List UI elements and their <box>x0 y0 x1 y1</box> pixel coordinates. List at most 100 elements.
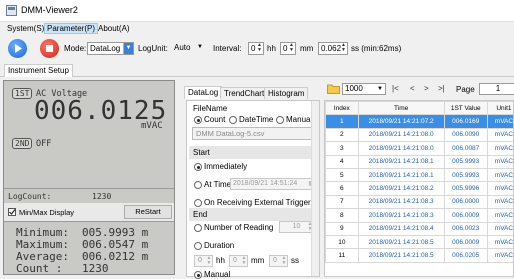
per-page-select[interactable]: 1000 ▼ <box>342 83 386 95</box>
table-row[interactable]: 22018/09/21 14:21:08.0006.0090mVAC <box>326 128 514 141</box>
tab-trendchart[interactable]: TrendChart <box>220 87 268 99</box>
filename-input[interactable]: DMM DataLog-5.csv <box>192 127 316 140</box>
cell-value: 006.0087 <box>444 142 487 155</box>
chevron-down-icon: ▼ <box>123 43 133 54</box>
minmax-checkbox[interactable] <box>8 208 16 216</box>
end-duration-hh-input[interactable]: 0 ▲▼ <box>194 255 213 267</box>
interval-hh-input[interactable]: 0 ▲▼ <box>248 42 264 55</box>
cell-unit: mVAC <box>487 209 514 222</box>
col-index-header[interactable]: Index <box>326 102 359 115</box>
last-page-icon[interactable]: >| <box>438 84 445 93</box>
chevron-down-icon: ▼ <box>197 42 203 53</box>
spinner-icon: ▲▼ <box>206 256 212 267</box>
minmax-label: Min/Max Display <box>19 208 74 217</box>
table-row[interactable]: 52018/09/21 14:21:08.1005.9993mVAC <box>326 168 514 181</box>
cell-value: 006.0009 <box>444 235 487 248</box>
cell-unit: mVAC <box>487 142 514 155</box>
table-row[interactable]: 72018/09/21 14:21:08.3006.0000mVAC <box>326 195 514 208</box>
restart-button[interactable]: ReStart <box>124 205 172 219</box>
end-number-radio[interactable] <box>194 224 202 232</box>
cell-unit: mVAC <box>487 235 514 248</box>
tab-instrument-setup[interactable]: Instrument Setup <box>4 64 73 77</box>
end-manual-radio[interactable] <box>194 271 202 279</box>
play-icon <box>8 39 27 58</box>
mode-select[interactable]: DataLog ▼ <box>87 42 134 55</box>
duration-mm-label: mm <box>251 256 264 265</box>
folder-icon[interactable] <box>327 83 340 94</box>
interval-ss-input[interactable]: 0.062 ▲▼ <box>318 42 348 55</box>
cell-value: 006.0000 <box>444 195 487 208</box>
interval-mm-input[interactable]: 0 ▲▼ <box>280 42 296 55</box>
menu-bar: System(S) Parameter(P) About(A) <box>0 22 514 36</box>
table-row[interactable]: 112018/09/21 14:21:08.5006.0205mVAC <box>326 249 514 262</box>
filename-manual-radio[interactable] <box>276 116 284 124</box>
meter-display: 1ST AC Voltage 006.0125 mVAC 2ND OFF Log… <box>3 80 175 275</box>
table-row[interactable]: 92018/09/21 14:21:08.4006.0023mVAC <box>326 222 514 235</box>
toolbar: Mode: DataLog ▼ LogUnit: Auto ▼ Interval… <box>0 36 514 62</box>
stat-count-value: 1230 <box>82 262 109 275</box>
pager-toolbar: 1000 ▼ |< < > >| Page 1 <box>324 81 514 97</box>
checkmark-icon <box>8 208 16 216</box>
col-1st-value-header[interactable]: 1ST Value <box>444 102 487 115</box>
menu-system[interactable]: System(S) <box>5 24 46 33</box>
end-duration-radio[interactable] <box>194 242 202 250</box>
filename-count-radio[interactable] <box>194 116 202 124</box>
menu-parameter[interactable]: Parameter(P) <box>44 23 98 34</box>
start-trigger-radio[interactable] <box>194 199 202 207</box>
secondary-tag: 2ND <box>12 138 32 149</box>
table-row[interactable]: 32018/09/21 14:21:08.0006.0087mVAC <box>326 142 514 155</box>
tab-datalog[interactable]: DataLog <box>184 86 222 99</box>
end-number-input[interactable]: 10 ▲▼ <box>279 221 314 233</box>
filename-manual-label: Manual <box>286 115 312 124</box>
datalog-settings: FileName Count DateTime Manual DMM DataL… <box>186 100 320 277</box>
page-input[interactable]: 1 <box>479 83 514 95</box>
filename-header: FileName <box>189 102 319 115</box>
col-time-header[interactable]: Time <box>358 102 444 115</box>
end-manual-label: Manual <box>204 270 230 279</box>
first-page-icon[interactable]: |< <box>392 84 399 93</box>
window-title: DMM-Viewer2 <box>21 5 78 15</box>
cell-value: 006.0090 <box>444 128 487 141</box>
logunit-select[interactable]: Auto ▼ <box>172 42 204 55</box>
spinner-icon: ▲▼ <box>288 43 295 54</box>
cell-time: 2018/09/21 14:21:08.0 <box>358 128 444 141</box>
table-row[interactable]: 12018/09/21 14:21:07.2006.0169mVAC <box>326 115 514 128</box>
end-duration-mm-input[interactable]: 0 ▲▼ <box>229 255 248 267</box>
start-attime-input[interactable]: 2018/09/21 14:51:24 ▦ <box>230 178 316 190</box>
cell-unit: mVAC <box>487 168 514 181</box>
table-header-row: Index Time 1ST Value Unit1 <box>326 102 514 115</box>
end-duration-mm-value: 0 <box>233 257 237 264</box>
cell-index: 7 <box>326 195 359 208</box>
next-page-icon[interactable]: > <box>424 84 429 93</box>
end-duration-ss-input[interactable]: 0 ▲▼ <box>269 255 288 267</box>
menu-about[interactable]: About(A) <box>96 24 132 33</box>
cell-value: 005.9996 <box>444 182 487 195</box>
primary-unit: mVAC <box>141 121 163 131</box>
cell-index: 3 <box>326 142 359 155</box>
start-immediately-label: Immediately <box>204 162 247 171</box>
spinner-icon: ▲▼ <box>241 256 247 267</box>
filename-datetime-radio[interactable] <box>229 116 237 124</box>
mode-value: DataLog <box>90 44 120 53</box>
cell-value: 005.9993 <box>444 155 487 168</box>
start-attime-value: 2018/09/21 14:51:24 <box>233 180 297 187</box>
col-unit1-header[interactable]: Unit1 <box>487 102 514 115</box>
prev-page-icon[interactable]: < <box>410 84 415 93</box>
per-page-value: 1000 <box>345 84 363 93</box>
table-row[interactable]: 42018/09/21 14:21:08.1005.9993mVAC <box>326 155 514 168</box>
play-button[interactable] <box>8 39 27 58</box>
tab-histogram[interactable]: Histogram <box>264 87 308 99</box>
logunit-label: LogUnit: <box>138 44 168 53</box>
spinner-icon: ▲▼ <box>281 256 287 267</box>
settings-scrollbar[interactable] <box>311 101 319 276</box>
start-attime-radio[interactable] <box>194 181 202 189</box>
start-immediately-radio[interactable] <box>194 163 202 171</box>
cell-index: 8 <box>326 209 359 222</box>
table-row[interactable]: 82018/09/21 14:21:08.3006.0009mVAC <box>326 209 514 222</box>
mm-label: mm <box>300 44 313 53</box>
table-row[interactable]: 102018/09/21 14:21:08.5006.0009mVAC <box>326 235 514 248</box>
table-row[interactable]: 62018/09/21 14:21:08.2005.9996mVAC <box>326 182 514 195</box>
cell-unit: mVAC <box>487 249 514 262</box>
stop-button[interactable] <box>40 39 59 58</box>
cell-unit: mVAC <box>487 195 514 208</box>
